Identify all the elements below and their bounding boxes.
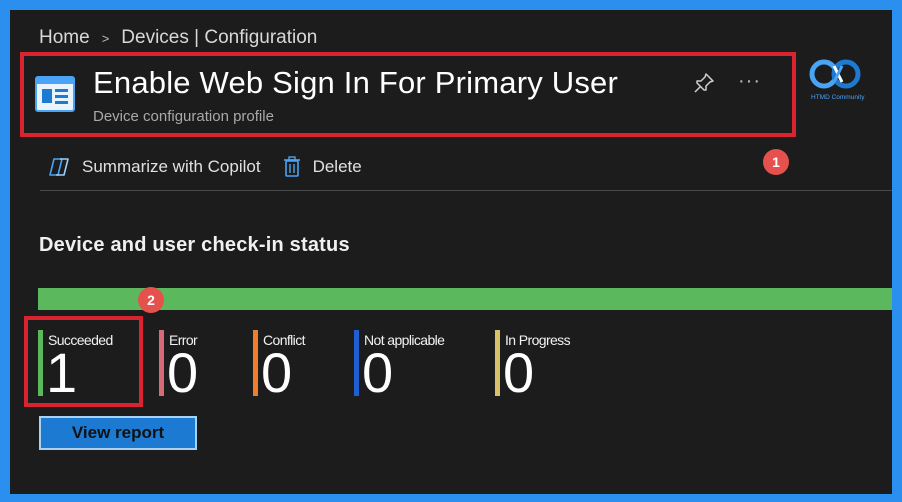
- breadcrumb: Home > Devices | Configuration: [39, 26, 317, 50]
- more-options-icon[interactable]: ···: [738, 70, 761, 93]
- stat-conflict[interactable]: Conflict 0: [253, 330, 305, 401]
- checkin-status-bar: [38, 288, 892, 310]
- breadcrumb-separator: >: [101, 30, 110, 46]
- trash-icon: [283, 156, 300, 177]
- section-title: Device and user check-in status: [39, 234, 350, 256]
- stat-conflict-color-bar: [253, 330, 258, 396]
- summarize-copilot-button[interactable]: Summarize with Copilot: [48, 157, 261, 177]
- logo-text: HTMD Community: [811, 94, 865, 101]
- configuration-profile-icon: [35, 76, 75, 112]
- stat-in-progress-value: 0: [503, 341, 535, 404]
- stat-error-value: 0: [167, 341, 199, 404]
- page-subtitle: Device configuration profile: [93, 108, 274, 125]
- annotation-badge-1: 1: [763, 149, 789, 175]
- page-frame: Home > Devices | Configuration Enable We…: [10, 10, 892, 494]
- stat-not-applicable-value: 0: [362, 341, 394, 404]
- stat-conflict-value: 0: [261, 341, 293, 404]
- stat-not-applicable[interactable]: Not applicable 0: [354, 330, 445, 401]
- stat-error[interactable]: Error 0: [159, 330, 198, 401]
- page-title: Enable Web Sign In For Primary User: [93, 65, 619, 100]
- breadcrumb-home[interactable]: Home: [39, 27, 90, 49]
- toolbar: Summarize with Copilot Delete: [48, 154, 384, 180]
- pin-icon[interactable]: [693, 72, 715, 94]
- delete-label: Delete: [312, 157, 362, 176]
- copilot-icon: [49, 158, 69, 176]
- succeeded-highlight-box: [24, 316, 143, 407]
- stat-in-progress[interactable]: In Progress 0: [495, 330, 571, 401]
- delete-button[interactable]: Delete: [283, 156, 362, 178]
- stat-not-applicable-color-bar: [354, 330, 359, 396]
- view-report-button[interactable]: View report: [39, 416, 197, 450]
- breadcrumb-devices-configuration[interactable]: Devices | Configuration: [121, 27, 317, 49]
- summarize-copilot-label: Summarize with Copilot: [82, 157, 261, 176]
- annotation-badge-2: 2: [138, 287, 164, 313]
- stat-in-progress-color-bar: [495, 330, 500, 396]
- stat-error-color-bar: [159, 330, 164, 396]
- toolbar-divider: [40, 190, 892, 191]
